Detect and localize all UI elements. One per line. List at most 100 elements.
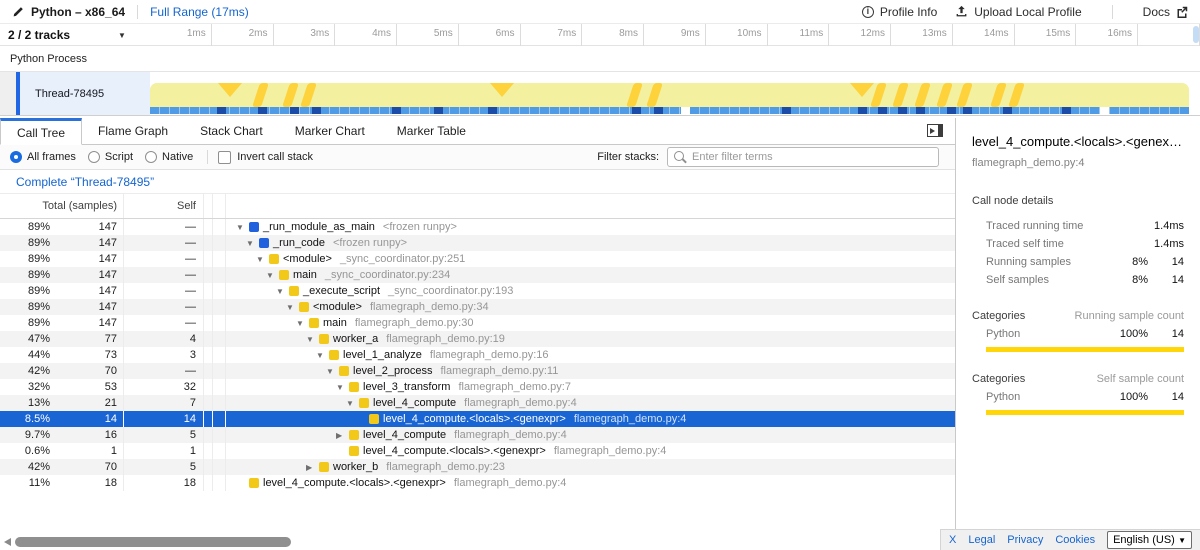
column-header-total[interactable]: Total (samples) [0,194,124,218]
full-range-link[interactable]: Full Range (17ms) [150,5,249,19]
category-bar [986,410,1184,415]
column-header-self[interactable]: Self [124,194,204,218]
profile-info-button[interactable]: i Profile Info [862,5,937,19]
twisty-open-icon[interactable]: ▼ [346,399,359,408]
twisty-open-icon[interactable]: ▼ [246,239,259,248]
table-row[interactable]: 89%147—▼<module>_sync_coordinator.py:251 [0,251,955,267]
table-row[interactable]: 9.7%165▶level_4_computeflamegraph_demo.p… [0,427,955,443]
table-row[interactable]: 0.6%11level_4_compute.<locals>.<genexpr>… [0,443,955,459]
tracks-dropdown[interactable]: 2 / 2 tracks ▼ [8,24,126,46]
cell-spacer [204,267,213,283]
twisty-open-icon[interactable]: ▼ [306,335,319,344]
category-bar [986,347,1184,352]
table-row[interactable]: 11%1818level_4_compute.<locals>.<genexpr… [0,475,955,491]
table-row[interactable]: 89%147—▼<module>flamegraph_demo.py:34 [0,299,955,315]
thread-track-label[interactable]: Thread-78495 [20,72,150,115]
tab-stack-chart[interactable]: Stack Chart [184,118,279,144]
radio-script[interactable] [88,151,100,163]
twisty-closed-icon[interactable]: ▶ [306,463,319,472]
table-row[interactable]: 42%705▶worker_bflamegraph_demo.py:23 [0,459,955,475]
twisty-closed-icon[interactable]: ▶ [336,431,349,440]
file-location: flamegraph_demo.py:19 [386,333,505,345]
radio-all-frames[interactable] [10,151,22,163]
invert-call-stack-checkbox[interactable] [218,151,231,164]
docs-link[interactable]: Docs [1143,5,1188,19]
breadcrumb-complete-thread[interactable]: Complete “Thread-78495” [16,175,154,189]
table-row[interactable]: 44%733▼level_1_analyzeflamegraph_demo.py… [0,347,955,363]
divider [207,150,208,164]
samples-strip[interactable] [150,107,1189,114]
cpu-activity-mark [218,83,242,97]
search-icon [674,151,684,161]
profile-name[interactable]: Python – x86_64 [12,5,125,19]
total-percent: 42% [0,461,50,473]
tree-node: ▼worker_aflamegraph_demo.py:19 [226,333,505,345]
cell-self: — [124,363,204,379]
footer-link-privacy[interactable]: Privacy [1007,534,1043,546]
twisty-open-icon[interactable]: ▼ [286,303,299,312]
invert-call-stack-label[interactable]: Invert call stack [237,151,313,163]
total-samples: 147 [50,317,123,329]
sample-marker-dark [434,107,443,114]
file-location: flamegraph_demo.py:4 [574,413,687,425]
cell-self: — [124,267,204,283]
twisty-open-icon[interactable]: ▼ [336,383,349,392]
table-row[interactable]: 47%774▼worker_aflamegraph_demo.py:19 [0,331,955,347]
cell-total: 13%21 [0,395,124,411]
cell-self: 14 [124,411,204,427]
twisty-open-icon[interactable]: ▼ [276,287,289,296]
tab-marker-table[interactable]: Marker Table [381,118,482,144]
tab-flame-graph[interactable]: Flame Graph [82,118,184,144]
category-label: Python [972,391,1108,403]
sidebar-toggle-icon[interactable] [927,124,943,137]
tree-node: ▶level_4_computeflamegraph_demo.py:4 [226,429,567,441]
radio-native[interactable] [145,151,157,163]
twisty-open-icon[interactable]: ▼ [266,271,279,280]
twisty-open-icon[interactable]: ▼ [236,223,249,232]
cell-self: 4 [124,331,204,347]
scroll-left-arrow-icon[interactable] [4,538,11,546]
twisty-open-icon[interactable]: ▼ [256,255,269,264]
call-tree-rows: 89%147—▼_run_module_as_main<frozen runpy… [0,219,955,491]
table-row[interactable]: 8.5%1414level_4_compute.<locals>.<genexp… [0,411,955,427]
cell-tree: ▼main_sync_coordinator.py:234 [226,267,955,283]
function-name: _run_module_as_main [263,221,375,233]
table-row[interactable]: 42%70—▼level_2_processflamegraph_demo.py… [0,363,955,379]
table-row[interactable]: 89%147—▼_run_code<frozen runpy> [0,235,955,251]
total-percent: 89% [0,269,50,281]
radio-label[interactable]: Script [105,151,133,163]
tracks-scrollbar[interactable] [1193,26,1199,43]
cell-spacer [204,427,213,443]
cpu-usage-graph[interactable] [150,83,1189,107]
tab-marker-chart[interactable]: Marker Chart [279,118,381,144]
table-row[interactable]: 89%147—▼mainflamegraph_demo.py:30 [0,315,955,331]
table-row[interactable]: 89%147—▼main_sync_coordinator.py:234 [0,267,955,283]
process-track-header[interactable]: Python Process [0,46,1200,72]
twisty-open-icon[interactable]: ▼ [296,319,309,328]
table-row[interactable]: 13%217▼level_4_computeflamegraph_demo.py… [0,395,955,411]
filter-stacks-input[interactable] [667,147,939,167]
footer-link-x[interactable]: X [949,534,956,546]
footer-link-cookies[interactable]: Cookies [1055,534,1095,546]
twisty-open-icon[interactable]: ▼ [326,367,339,376]
radio-label[interactable]: Native [162,151,193,163]
detail-row: Traced self time1.4ms [972,235,1184,253]
table-row[interactable]: 89%147—▼_execute_script_sync_coordinator… [0,283,955,299]
language-select[interactable]: English (US) ▼ [1107,531,1192,549]
cell-total: 9.7%16 [0,427,124,443]
radio-label[interactable]: All frames [27,151,76,163]
cell-spacer [204,299,213,315]
function-name: level_4_compute [363,429,446,441]
scrollbar-thumb[interactable] [15,537,291,547]
tab-call-tree[interactable]: Call Tree [0,118,82,145]
twisty-open-icon[interactable]: ▼ [316,351,329,360]
process-track-label: Python Process [10,53,87,65]
function-name: level_4_compute.<locals>.<genexpr> [383,413,566,425]
table-row[interactable]: 32%5332▼level_3_transformflamegraph_demo… [0,379,955,395]
footer-link-legal[interactable]: Legal [968,534,995,546]
cpu-activity-mark [282,83,299,107]
upload-profile-button[interactable]: Upload Local Profile [955,5,1081,19]
thread-track[interactable]: Thread-78495 [0,72,1200,116]
table-row[interactable]: 89%147—▼_run_module_as_main<frozen runpy… [0,219,955,235]
cpu-activity-mark [956,83,973,107]
